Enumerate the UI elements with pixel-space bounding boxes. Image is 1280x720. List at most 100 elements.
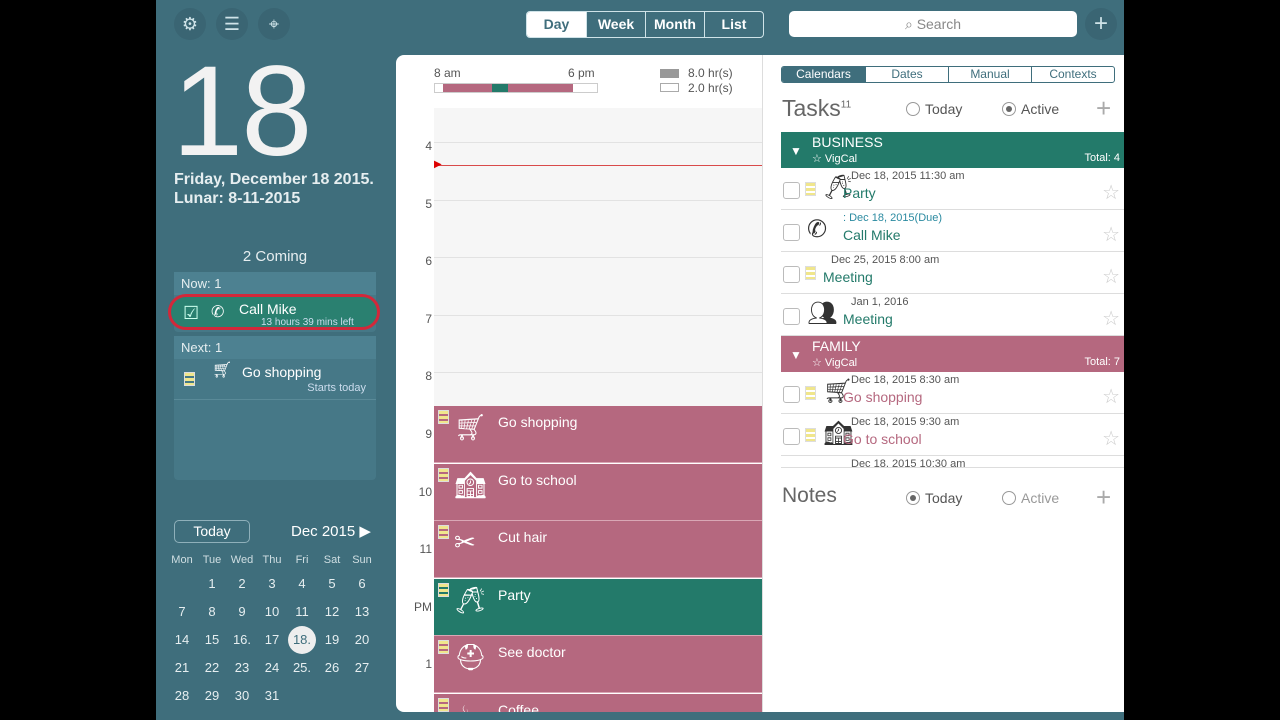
calendar-day[interactable]: 16. <box>227 626 257 654</box>
collapse-triangle-icon[interactable]: ▼ <box>790 144 802 158</box>
calendar-day[interactable]: 20 <box>347 626 377 654</box>
priority-icon <box>805 386 816 400</box>
calendar-day[interactable]: 3 <box>257 570 287 598</box>
calendar-day[interactable]: 5 <box>317 570 347 598</box>
calendar-day[interactable]: 29 <box>197 682 227 710</box>
event-block[interactable]: 🛒︎ Go shopping <box>434 406 762 463</box>
task-checkbox[interactable] <box>783 386 800 403</box>
task-row[interactable]: 👥︎ Jan 1, 2016 Meeting ☆ <box>781 294 1124 336</box>
calendar-day[interactable]: 25. <box>287 654 317 682</box>
calendar-day[interactable]: 24 <box>257 654 287 682</box>
tab-manual[interactable]: Manual <box>948 67 1031 82</box>
star-icon[interactable]: ☆ <box>1102 426 1120 451</box>
radio-icon <box>906 102 920 116</box>
task-checkbox[interactable] <box>783 182 800 199</box>
tab-month[interactable]: Month <box>645 12 704 37</box>
task-group-header[interactable]: ▼ FAMILY ☆ VigCal Total: 7 <box>781 336 1124 372</box>
list-icon[interactable]: ☰ <box>216 8 248 40</box>
calendar-day[interactable]: 11 <box>287 598 317 626</box>
weekday-label: Sun <box>352 554 372 566</box>
calendar-day[interactable]: 9 <box>227 598 257 626</box>
task-row[interactable]: 🛒︎ Dec 18, 2015 8:30 am Go shopping ☆ <box>781 372 1124 414</box>
tab-calendars[interactable]: Calendars <box>782 67 865 82</box>
event-block[interactable]: ⛑︎ See doctor <box>434 636 762 694</box>
event-block[interactable]: 🥂︎ Party <box>434 578 762 636</box>
star-icon: ☆ <box>812 357 825 369</box>
event-block[interactable]: 🏫︎ Go to school <box>434 463 762 521</box>
calendar-day-selected[interactable]: 18. <box>288 626 316 654</box>
tasks-active-radio[interactable]: Active <box>1002 101 1059 117</box>
busy-hours: 8.0 hr(s) <box>688 66 733 80</box>
calendar-day[interactable]: 30 <box>227 682 257 710</box>
calendar-day[interactable]: 4 <box>287 570 317 598</box>
tab-contexts[interactable]: Contexts <box>1031 67 1114 82</box>
calendar-day[interactable]: 27 <box>347 654 377 682</box>
task-checkbox[interactable] <box>783 428 800 445</box>
hour-label: 7 <box>425 311 432 326</box>
now-item[interactable]: ☑ ✆ Call Mike 13 hours 39 mins left <box>168 294 380 330</box>
location-pin-icon[interactable]: ⌖ <box>258 8 290 40</box>
event-block[interactable]: ☕︎ Coffee <box>434 694 762 712</box>
add-note-icon[interactable]: + <box>1096 482 1111 513</box>
calendar-day[interactable]: 17 <box>257 626 287 654</box>
task-group-header[interactable]: ▼ BUSINESS ☆ VigCal Total: 4 <box>781 132 1124 168</box>
calendar-day[interactable]: 22 <box>197 654 227 682</box>
calendar-day[interactable]: 1 <box>197 570 227 598</box>
today-button[interactable]: Today <box>174 520 250 543</box>
task-checkbox[interactable] <box>783 224 800 241</box>
full-date: Friday, December 18 2015. <box>174 171 374 188</box>
calendar-day[interactable]: 7 <box>167 598 197 626</box>
calendar-day[interactable]: 15 <box>197 626 227 654</box>
task-checkbox[interactable] <box>783 266 800 283</box>
checkbox-icon[interactable]: ☑ <box>183 303 199 324</box>
notes-today-radio[interactable]: Today <box>906 490 962 506</box>
collapse-triangle-icon[interactable]: ▼ <box>790 348 802 362</box>
calendar-day[interactable]: 21 <box>167 654 197 682</box>
group-source: ☆ VigCal <box>812 152 857 165</box>
calendar-day[interactable]: 10 <box>257 598 287 626</box>
task-row[interactable]: 🥂︎ Dec 18, 2015 11:30 am Party ☆ <box>781 168 1124 210</box>
next-item[interactable]: 🛒︎ Go shopping Starts today <box>174 358 376 400</box>
calendar-day[interactable]: 6 <box>347 570 377 598</box>
hour-label: 6 <box>425 254 432 269</box>
next-month-icon[interactable]: ▶ <box>359 523 371 540</box>
calendar-day[interactable]: 23 <box>227 654 257 682</box>
tasks-today-radio[interactable]: Today <box>906 101 962 117</box>
hour-line <box>434 142 762 143</box>
star-icon[interactable]: ☆ <box>1102 384 1120 409</box>
add-button[interactable]: + <box>1085 8 1117 40</box>
hour-label: 11 <box>419 542 432 557</box>
tab-dates[interactable]: Dates <box>865 67 948 82</box>
calendar-day[interactable]: 26 <box>317 654 347 682</box>
add-task-icon[interactable]: + <box>1096 93 1111 124</box>
tab-week[interactable]: Week <box>586 12 645 37</box>
calendar-day[interactable]: 8 <box>197 598 227 626</box>
task-row[interactable]: ▲ Dec 18, 2015 10:30 am <box>781 456 1124 468</box>
task-row[interactable]: ✆: Dec 18, 2015(Due) Call Mike ☆ <box>781 210 1124 252</box>
settings-gear-icon[interactable]: ⚙ <box>174 8 206 40</box>
tab-day[interactable]: Day <box>527 12 586 37</box>
task-row[interactable]: 🏫︎ Dec 18, 2015 9:30 am Go to school ☆ <box>781 414 1124 456</box>
star-icon[interactable]: ☆ <box>1102 264 1120 289</box>
star-icon[interactable]: ☆ <box>1102 222 1120 247</box>
calendar-day[interactable]: 28 <box>167 682 197 710</box>
calendar-day[interactable]: 13 <box>347 598 377 626</box>
search-icon: ⌕ <box>904 16 917 32</box>
star-icon[interactable]: ☆ <box>1102 180 1120 205</box>
task-row[interactable]: Dec 25, 2015 8:00 am Meeting ☆ <box>781 252 1124 294</box>
star-icon[interactable]: ☆ <box>1102 306 1120 331</box>
weekday-label: Thu <box>262 554 282 566</box>
calendar-day[interactable]: 19 <box>317 626 347 654</box>
calendar-day[interactable]: 31 <box>257 682 287 710</box>
task-title: Meeting <box>843 311 893 327</box>
search-input[interactable]: ⌕ Search <box>789 11 1077 37</box>
task-checkbox[interactable] <box>783 308 800 325</box>
calendar-day[interactable]: 14 <box>167 626 197 654</box>
notes-active-radio[interactable]: Active <box>1002 490 1059 506</box>
event-block[interactable]: ✂ Cut hair <box>434 521 762 579</box>
tab-list[interactable]: List <box>704 12 763 37</box>
calendar-day[interactable]: 12 <box>317 598 347 626</box>
group-total: Total: 7 <box>1084 356 1120 368</box>
task-tabs: Calendars Dates Manual Contexts <box>781 66 1115 83</box>
calendar-day[interactable]: 2 <box>227 570 257 598</box>
